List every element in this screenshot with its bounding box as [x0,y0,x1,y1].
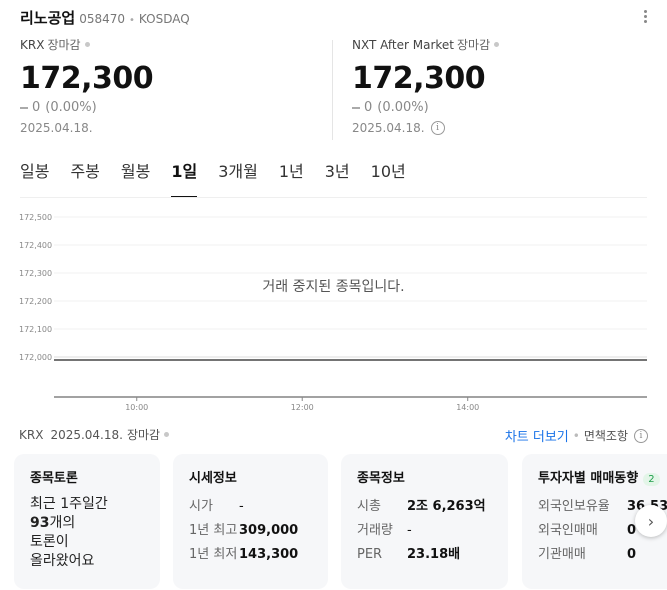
tab-daily[interactable]: 일봉 [20,160,49,198]
per-value: 23.18배 [407,547,461,562]
info-cards: 종목토론 최근 1주일간 93개의 토론이 올라왔어요 시세정보 시가 - 1년 … [14,454,667,590]
nxt-status: 장마감 [457,38,491,52]
institution-trade: 0 [627,547,637,562]
card-title: 시세정보 [189,471,237,486]
row-label: 외국인보유율 [538,499,610,514]
row-label: 거래량 [357,523,393,538]
tab-3month[interactable]: 3개월 [218,160,258,198]
stock-name: 리노공업 [20,9,76,27]
disclaimer-link[interactable]: 면책조항 [584,427,628,444]
more-menu-icon[interactable] [639,6,651,26]
stock-code: 058470 [79,12,126,26]
y-tick-label: 172,500 [19,213,52,222]
krx-status: 장마감 [47,38,81,52]
info-icon[interactable]: i [634,428,648,443]
stock-info-card[interactable]: 종목정보 시총 2조 6,263억 거래량 - PER 23.18배 [341,454,508,589]
flat-change-icon [352,106,360,109]
separator-dot: • [129,15,135,26]
y-tick-label: 172,400 [19,241,52,250]
market-info-card[interactable]: 시세정보 시가 - 1년 최고 309,000 1년 최저 143,300 [173,454,328,589]
stock-market: KOSDAQ [138,12,190,26]
nxt-price: 172,300 [352,61,486,96]
krx-change: 0 [32,100,41,115]
nxt-rate: (0.00%) [377,100,429,115]
discussion-line: 토론이 [30,534,69,550]
x-tick-label: 10:00 [125,403,148,412]
nxt-date: 2025.04.18. [352,121,425,135]
discussion-line: 최근 1주일간 [30,496,108,512]
nxt-change: 0 [364,100,373,115]
krx-rate: (0.00%) [45,100,97,115]
y-tick-label: 172,100 [19,325,52,334]
flat-change-icon [20,106,28,109]
row-label: 시가 [189,499,213,514]
separator-dot: • [572,428,580,443]
period-tabs: 일봉 주봉 월봉 1일 3개월 1년 3년 10년 [20,160,427,198]
chart-more-link[interactable]: 차트 더보기 [505,426,569,445]
row-label: PER [357,547,383,562]
row-label: 기관매매 [538,547,586,562]
discussion-line: 올라왔어요 [30,553,95,569]
row-label: 1년 최고 [189,523,238,538]
row-label: 외국인매매 [538,523,598,538]
tab-1year[interactable]: 1년 [279,160,304,198]
krx-quote: KRX 장마감 172,300 0 (0.00%) 2025.04.18. [20,36,320,135]
tab-10year[interactable]: 10년 [371,160,406,198]
tab-weekly[interactable]: 주봉 [70,160,99,198]
volume: - [407,523,412,538]
status-dot-icon [494,42,500,47]
status-dot-icon [164,432,170,437]
y-tick-label: 172,200 [19,297,52,306]
krx-date: 2025.04.18. [20,121,93,135]
year-high: 309,000 [239,523,299,538]
chart-subbar: KRX 2025.04.18. 장마감 차트 더보기 • 면책조항 i [19,426,648,445]
market-cap: 2조 6,263억 [407,499,486,514]
x-tick-label: 14:00 [456,403,479,412]
tab-3year[interactable]: 3년 [325,160,350,198]
nxt-label: NXT After Market [352,37,455,52]
nxt-quote: NXT After Market 장마감 172,300 0 (0.00%) 2… [352,36,652,135]
card-title: 종목토론 [30,471,78,486]
row-label: 시총 [357,499,381,514]
count-badge: 2 [643,473,660,486]
y-tick-label: 172,000 [19,353,52,362]
info-icon[interactable]: i [430,121,445,135]
card-title: 종목정보 [357,471,405,486]
krx-label: KRX [20,37,45,52]
subbar-date: 2025.04.18. [50,427,123,442]
subbar-venue: KRX [19,427,44,442]
price-chart[interactable]: 172,500172,400172,300172,200172,100172,0… [0,205,667,415]
year-low: 143,300 [239,547,299,562]
chevron-right-icon[interactable]: › [635,505,667,537]
krx-price: 172,300 [20,61,154,96]
quote-divider [332,40,333,140]
x-tick-label: 12:00 [291,403,314,412]
tabs-divider [20,197,647,198]
row-label: 1년 최저 [189,547,238,562]
status-dot-icon [84,42,90,47]
chart-message: 거래 중지된 종목입니다. [262,279,405,295]
discussion-count: 93 [30,515,50,531]
discussion-card[interactable]: 종목토론 최근 1주일간 93개의 토론이 올라왔어요 [14,454,160,589]
stock-header: 리노공업 058470 • KOSDAQ [20,7,190,27]
tab-1day[interactable]: 1일 [171,160,197,198]
open-price: - [239,499,244,514]
discussion-count-suffix: 개의 [49,515,76,531]
subbar-status: 장마감 [126,428,161,442]
card-title: 투자자별 매매동향 [538,471,639,486]
tab-monthly[interactable]: 월봉 [121,160,150,198]
